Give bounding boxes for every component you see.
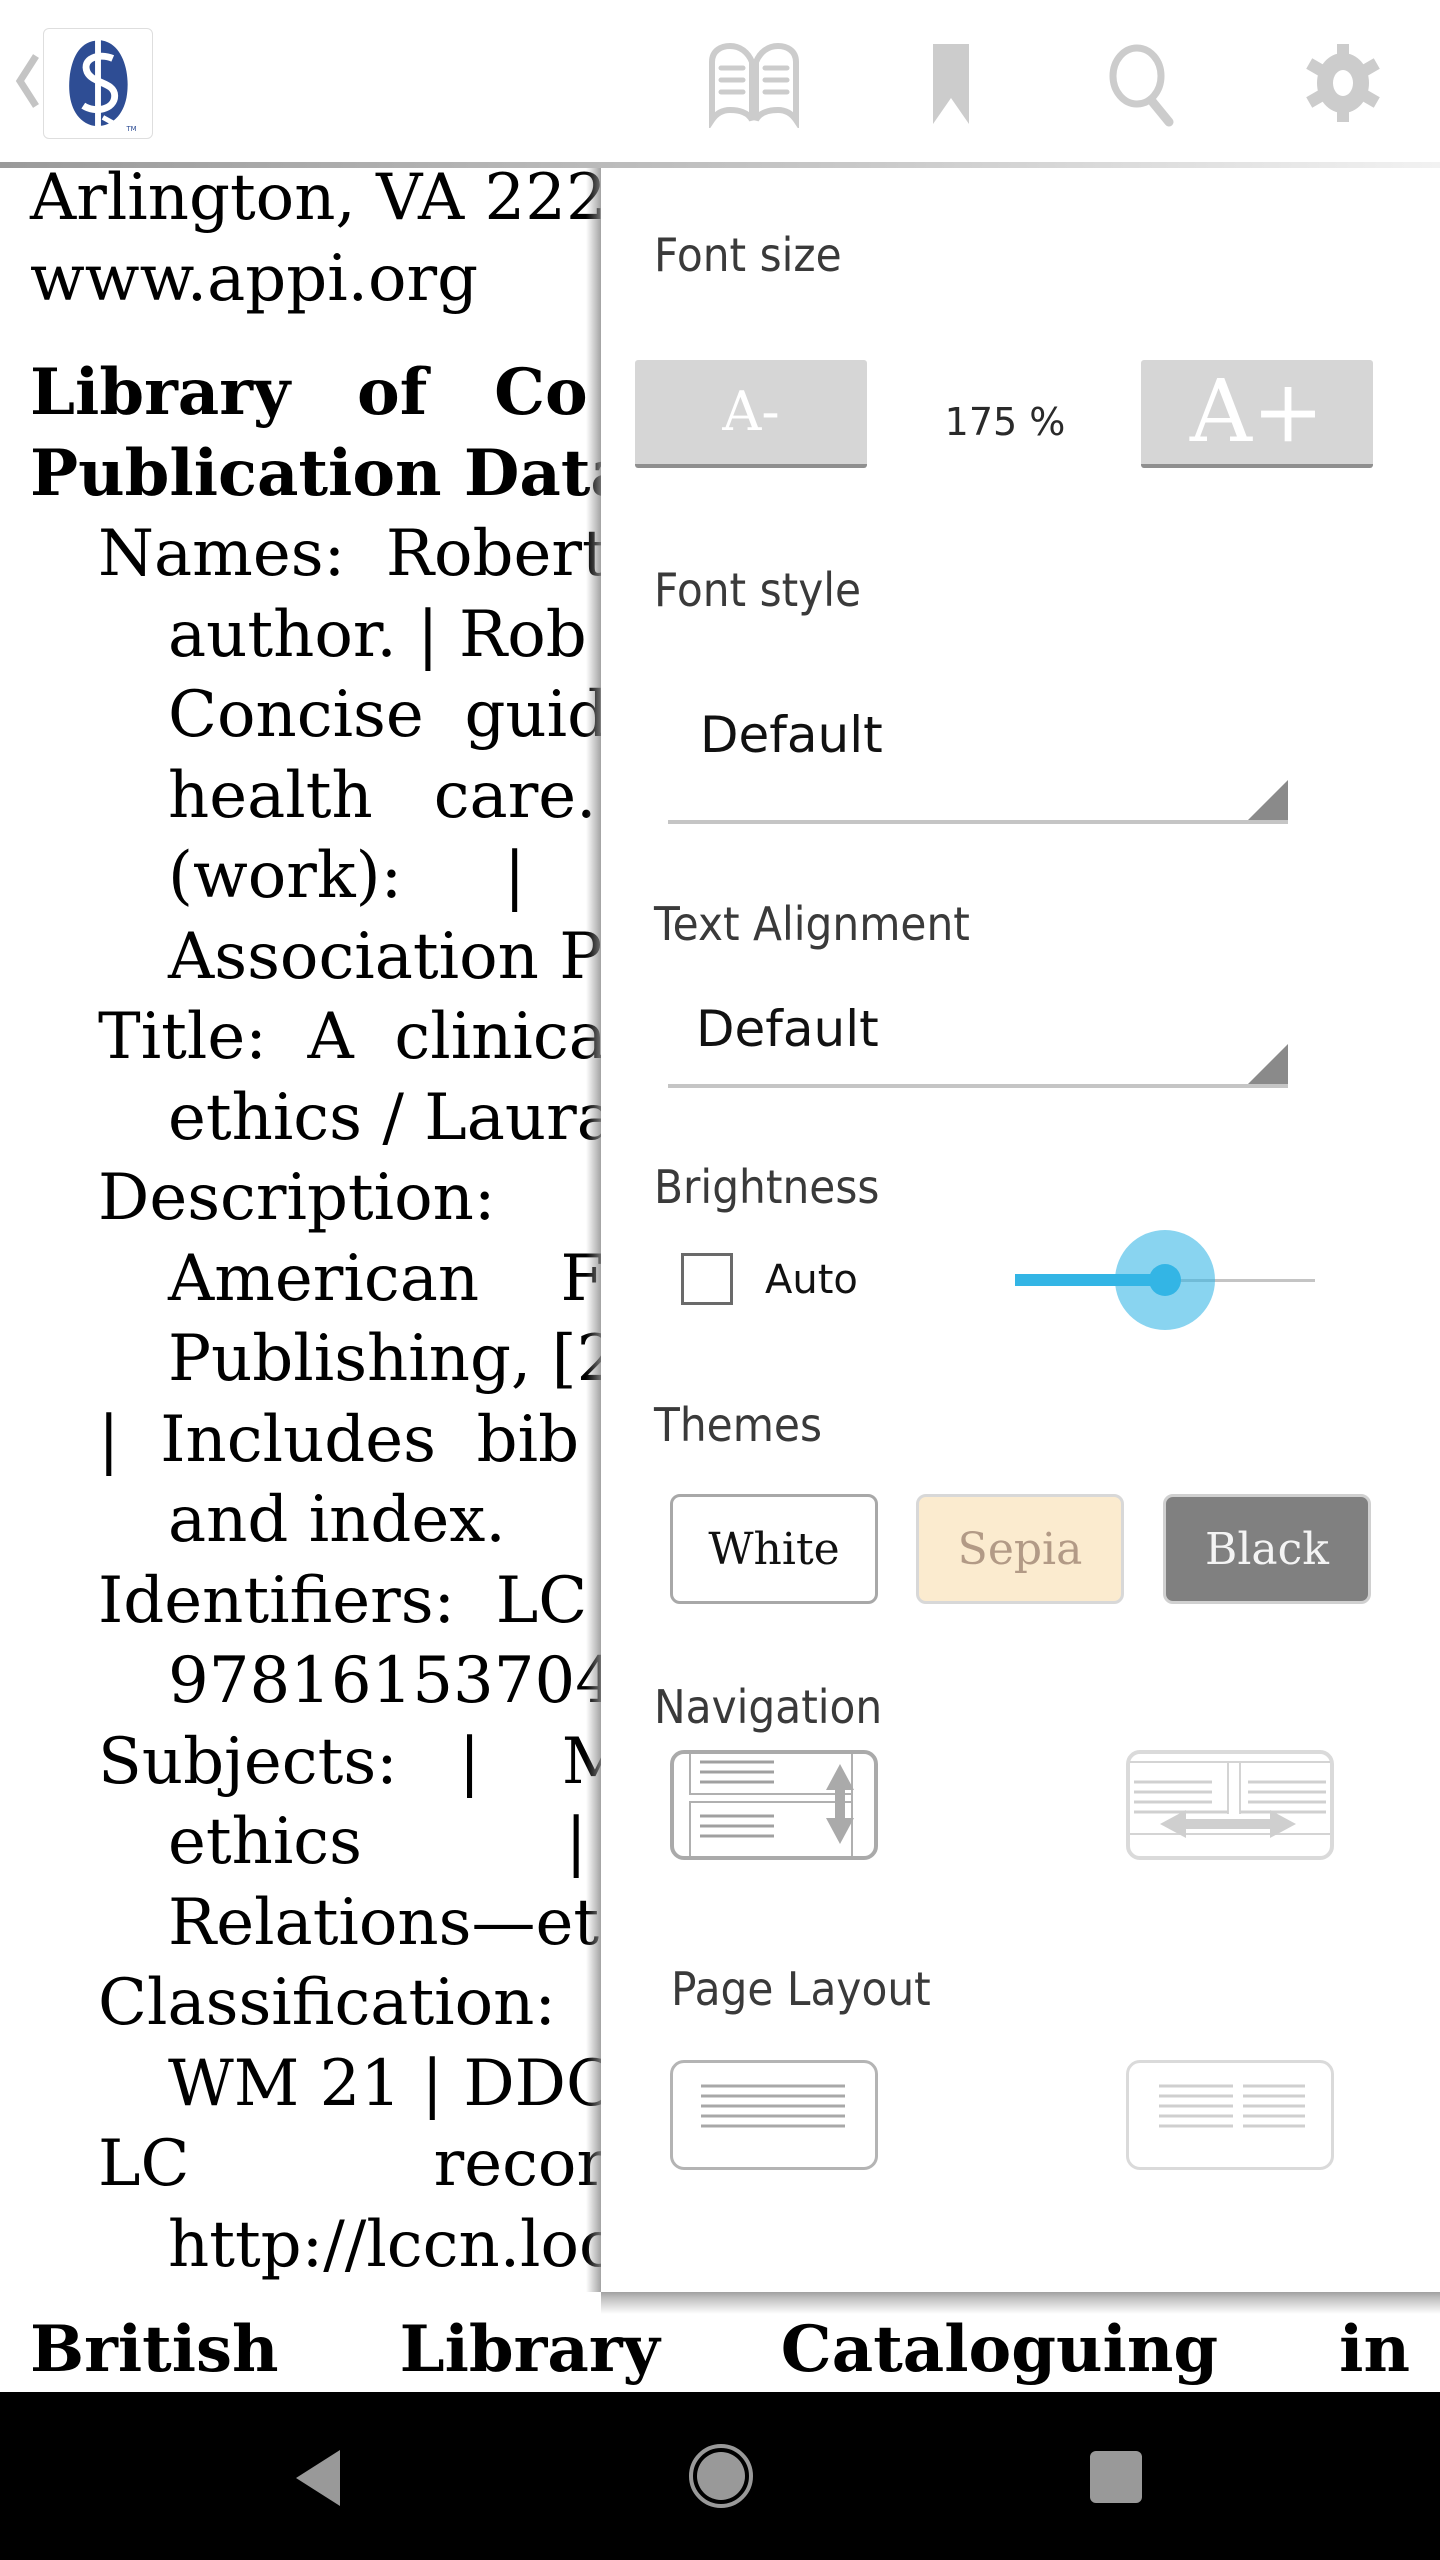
horizontal-page-flip-icon — [1130, 1761, 1330, 1838]
gear-icon[interactable] — [1306, 38, 1380, 128]
book-open-icon[interactable] — [708, 38, 800, 128]
navigation-horizontal-flip-option[interactable] — [1126, 1750, 1334, 1860]
svg-text:TM: TM — [125, 125, 136, 133]
page-layout-single-option[interactable] — [670, 2060, 878, 2170]
book-heading-word: Library — [399, 2312, 660, 2387]
nav-back-icon[interactable] — [292, 2448, 344, 2508]
navigation-vertical-scroll-option[interactable] — [670, 1750, 878, 1860]
panel-bottom-shadow — [601, 2292, 1440, 2314]
theme-white-button[interactable]: White — [670, 1494, 878, 1604]
decrease-font-button[interactable]: A- — [635, 360, 867, 468]
panel-shadow — [586, 166, 602, 2292]
caduceus-logo-icon: TM — [69, 38, 137, 133]
auto-brightness-checkbox[interactable] — [681, 1253, 733, 1305]
two-column-icon — [1159, 2084, 1305, 2128]
nav-home-icon[interactable] — [689, 2444, 753, 2508]
theme-black-button[interactable]: Black — [1163, 1494, 1371, 1604]
publisher-logo[interactable]: TM — [43, 28, 153, 139]
top-toolbar: TM — [0, 0, 1440, 166]
book-heading-partial: British Library Cataloguing in — [30, 2312, 1410, 2387]
theme-sepia-button[interactable]: Sepia — [916, 1494, 1124, 1604]
dropdown-triangle-icon — [1248, 780, 1288, 820]
reading-settings-panel — [601, 166, 1440, 2292]
font-style-dropdown[interactable]: Default — [668, 680, 1288, 824]
book-heading-word: in — [1339, 2312, 1410, 2387]
bookmark-icon[interactable] — [931, 38, 971, 128]
page-layout-two-column-option[interactable] — [1126, 2060, 1334, 2170]
search-icon[interactable] — [1107, 38, 1183, 128]
vertical-scroll-icon — [689, 1754, 854, 1856]
chevron-left-icon[interactable] — [12, 52, 42, 110]
slider-thumb[interactable] — [1149, 1264, 1181, 1296]
dropdown-triangle-icon — [1248, 1044, 1288, 1084]
text-alignment-value: Default — [696, 1000, 879, 1058]
book-heading-word: British — [30, 2312, 279, 2387]
nav-recents-icon[interactable] — [1088, 2449, 1144, 2505]
increase-font-button[interactable]: A+ — [1141, 360, 1373, 468]
system-navigation-bar — [0, 2392, 1440, 2560]
font-style-value: Default — [700, 706, 883, 764]
text-alignment-dropdown[interactable]: Default — [668, 980, 1288, 1088]
brightness-slider[interactable] — [1015, 1230, 1315, 1330]
single-column-icon — [701, 2084, 845, 2128]
toolbar-divider — [0, 162, 1440, 168]
book-heading-word: Cataloguing — [780, 2312, 1219, 2387]
